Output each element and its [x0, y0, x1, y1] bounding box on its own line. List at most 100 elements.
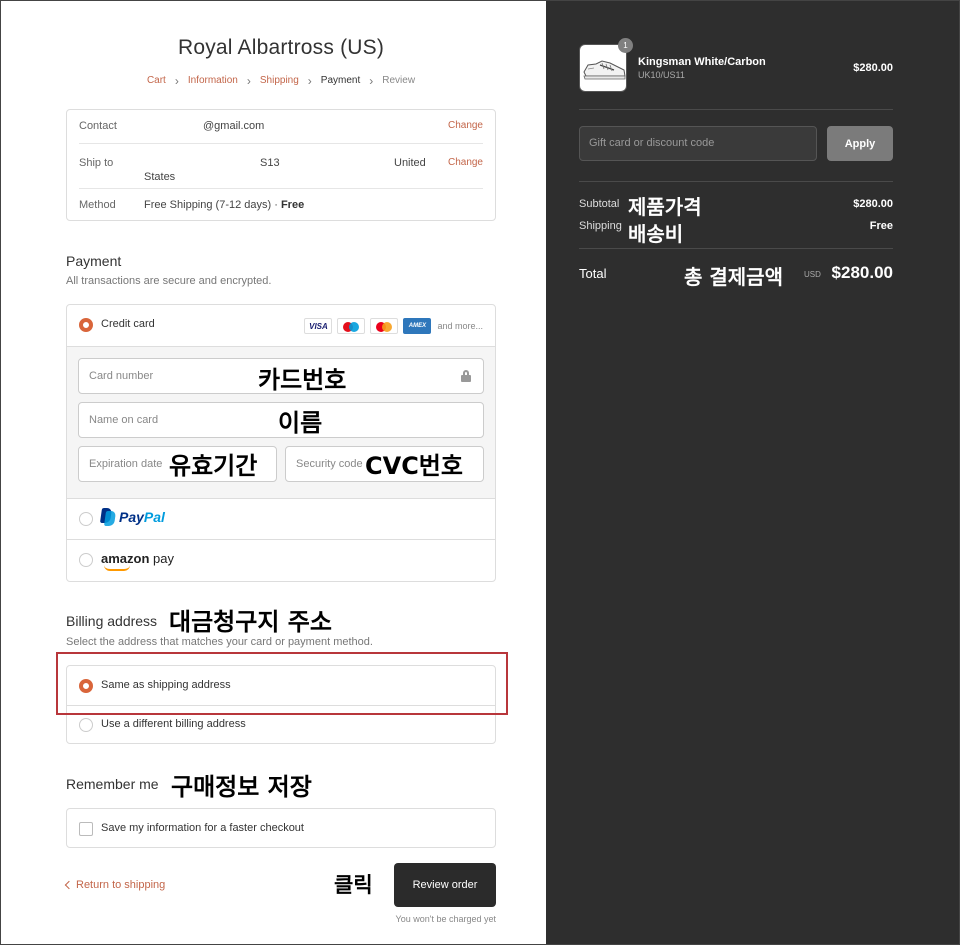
card-number-placeholder: Card number	[89, 370, 154, 382]
paypal-logo: PayPal	[99, 508, 165, 526]
remember-me-option[interactable]: Save my information for a faster checkou…	[66, 808, 496, 848]
quantity-badge: 1	[618, 38, 633, 53]
contact-label: Contact	[79, 120, 117, 132]
summary-divider	[579, 181, 893, 182]
expiration-date-placeholder: Expiration date	[89, 458, 163, 470]
gift-card-placeholder: Gift card or discount code	[589, 137, 715, 149]
billing-options: Same as shipping address Use a different…	[66, 665, 496, 744]
card-logos: VISA AMEX and more...	[304, 318, 483, 334]
breadcrumb-shipping[interactable]: Shipping	[260, 75, 299, 86]
total-currency: USD	[804, 270, 821, 279]
summary-divider	[579, 248, 893, 249]
annotation-shipping-fee: 배송비	[628, 222, 684, 246]
contact-value: @gmail.com	[203, 120, 265, 132]
annotation-remember: 구매정보 저장	[171, 773, 312, 801]
amazon-pay-text: pay	[153, 551, 174, 566]
method-value: Free Shipping (7-12 days) · Free	[144, 199, 304, 211]
same-as-shipping-label: Same as shipping address	[101, 679, 231, 691]
apply-button[interactable]: Apply	[827, 126, 893, 161]
credit-card-option[interactable]: Credit card VISA AMEX and more...	[67, 305, 495, 347]
billing-subtitle: Select the address that matches your car…	[66, 636, 373, 648]
annotation-expiry: 유효기간	[169, 452, 258, 480]
mastercard-icon	[370, 318, 399, 334]
annotation-name: 이름	[278, 409, 323, 437]
contact-row: Contact @gmail.com Change	[79, 110, 483, 144]
chevron-right-icon: ›	[307, 73, 312, 88]
breadcrumb-cart[interactable]: Cart	[147, 75, 166, 86]
payment-subtitle: All transactions are secure and encrypte…	[66, 275, 272, 287]
remember-title: Remember me	[66, 776, 159, 792]
gift-card-input[interactable]: Gift card or discount code	[579, 126, 817, 161]
annotation-click: 클릭	[334, 873, 373, 897]
store-title: Royal Albartross (US)	[177, 36, 385, 59]
payment-title: Payment	[66, 253, 122, 269]
billing-title: Billing address	[66, 613, 158, 629]
paypal-pal-text: Pal	[143, 509, 165, 525]
different-billing-label: Use a different billing address	[101, 718, 246, 730]
chevron-right-icon: ›	[174, 73, 179, 88]
amazon-pay-radio[interactable]	[79, 553, 93, 567]
product-name: Kingsman White/Carbon	[638, 56, 766, 68]
lock-icon	[461, 370, 471, 382]
order-info-box: Contact @gmail.com Change Ship to S13 Un…	[66, 109, 496, 221]
checkout-main: Royal Albartross (US) Cart › Information…	[0, 0, 546, 945]
different-billing-radio[interactable]	[79, 718, 93, 732]
ship-to-row: Ship to S13 United States Change	[79, 144, 483, 189]
breadcrumb-review: Review	[382, 75, 416, 86]
amazon-wordmark: amazon	[101, 551, 150, 566]
total-label: Total	[579, 266, 607, 281]
security-code-placeholder: Security code	[296, 458, 363, 470]
sneaker-icon	[583, 60, 626, 80]
change-ship-to-link[interactable]: Change	[448, 157, 483, 168]
review-order-button[interactable]: Review order	[394, 863, 496, 907]
amazon-pay-logo: amazon pay	[101, 551, 174, 571]
method-price: Free	[280, 199, 305, 211]
breadcrumb-information[interactable]: Information	[188, 75, 238, 86]
shipping-label: Shipping	[579, 220, 622, 232]
annotation-billing: 대금청구지 주소	[169, 608, 332, 636]
ship-to-address-part: S13	[260, 157, 280, 169]
charged-note: You won't be charged yet	[395, 914, 496, 924]
paypal-option[interactable]: PayPal	[67, 499, 495, 540]
paypal-pay-text: Pay	[119, 509, 144, 525]
product-variant: UK10/US11	[638, 70, 685, 80]
maestro-icon	[337, 318, 366, 334]
annotation-cvc: CVC번호	[365, 452, 463, 480]
return-to-shipping-label: Return to shipping	[76, 879, 166, 891]
name-on-card-placeholder: Name on card	[89, 414, 159, 426]
total-value: $280.00	[831, 263, 893, 282]
breadcrumb: Cart › Information › Shipping › Payment …	[66, 73, 496, 88]
method-row: Method Free Shipping (7-12 days) · Free	[79, 189, 483, 222]
save-info-checkbox[interactable]	[79, 822, 93, 836]
chevron-left-icon	[64, 880, 74, 890]
summary-divider	[579, 109, 893, 110]
paypal-radio[interactable]	[79, 512, 93, 526]
shipping-value: Free	[869, 220, 893, 232]
amazon-pay-option[interactable]: amazon pay	[67, 540, 495, 582]
method-text: Free Shipping (7-12 days) ·	[144, 199, 281, 211]
amex-icon: AMEX	[403, 318, 432, 334]
method-label: Method	[79, 199, 116, 211]
annotation-total: 총 결제금액	[684, 265, 783, 289]
visa-icon: VISA	[304, 318, 333, 334]
paypal-icon	[99, 508, 117, 526]
return-to-shipping-link[interactable]: Return to shipping	[64, 879, 166, 891]
amazon-smile-icon	[104, 565, 130, 571]
annotation-card-number: 카드번호	[258, 366, 347, 394]
payment-methods: Credit card VISA AMEX and more... Card n…	[66, 304, 496, 582]
product-price: $280.00	[853, 62, 893, 74]
breadcrumb-payment: Payment	[320, 75, 361, 86]
different-billing-option[interactable]: Use a different billing address	[67, 706, 495, 745]
and-more-label: and more...	[437, 321, 483, 331]
chevron-right-icon: ›	[246, 73, 251, 88]
ship-to-label: Ship to	[79, 157, 114, 169]
save-info-label: Save my information for a faster checkou…	[101, 822, 304, 834]
paypal-wordmark: PayPal	[119, 509, 165, 525]
credit-card-radio[interactable]	[79, 318, 93, 332]
change-contact-link[interactable]: Change	[448, 120, 483, 131]
credit-card-label: Credit card	[101, 318, 155, 330]
same-as-shipping-radio[interactable]	[79, 679, 93, 693]
ship-to-country-part: United	[394, 157, 426, 169]
subtotal-label: Subtotal	[579, 198, 620, 210]
same-as-shipping-option[interactable]: Same as shipping address	[67, 666, 495, 706]
